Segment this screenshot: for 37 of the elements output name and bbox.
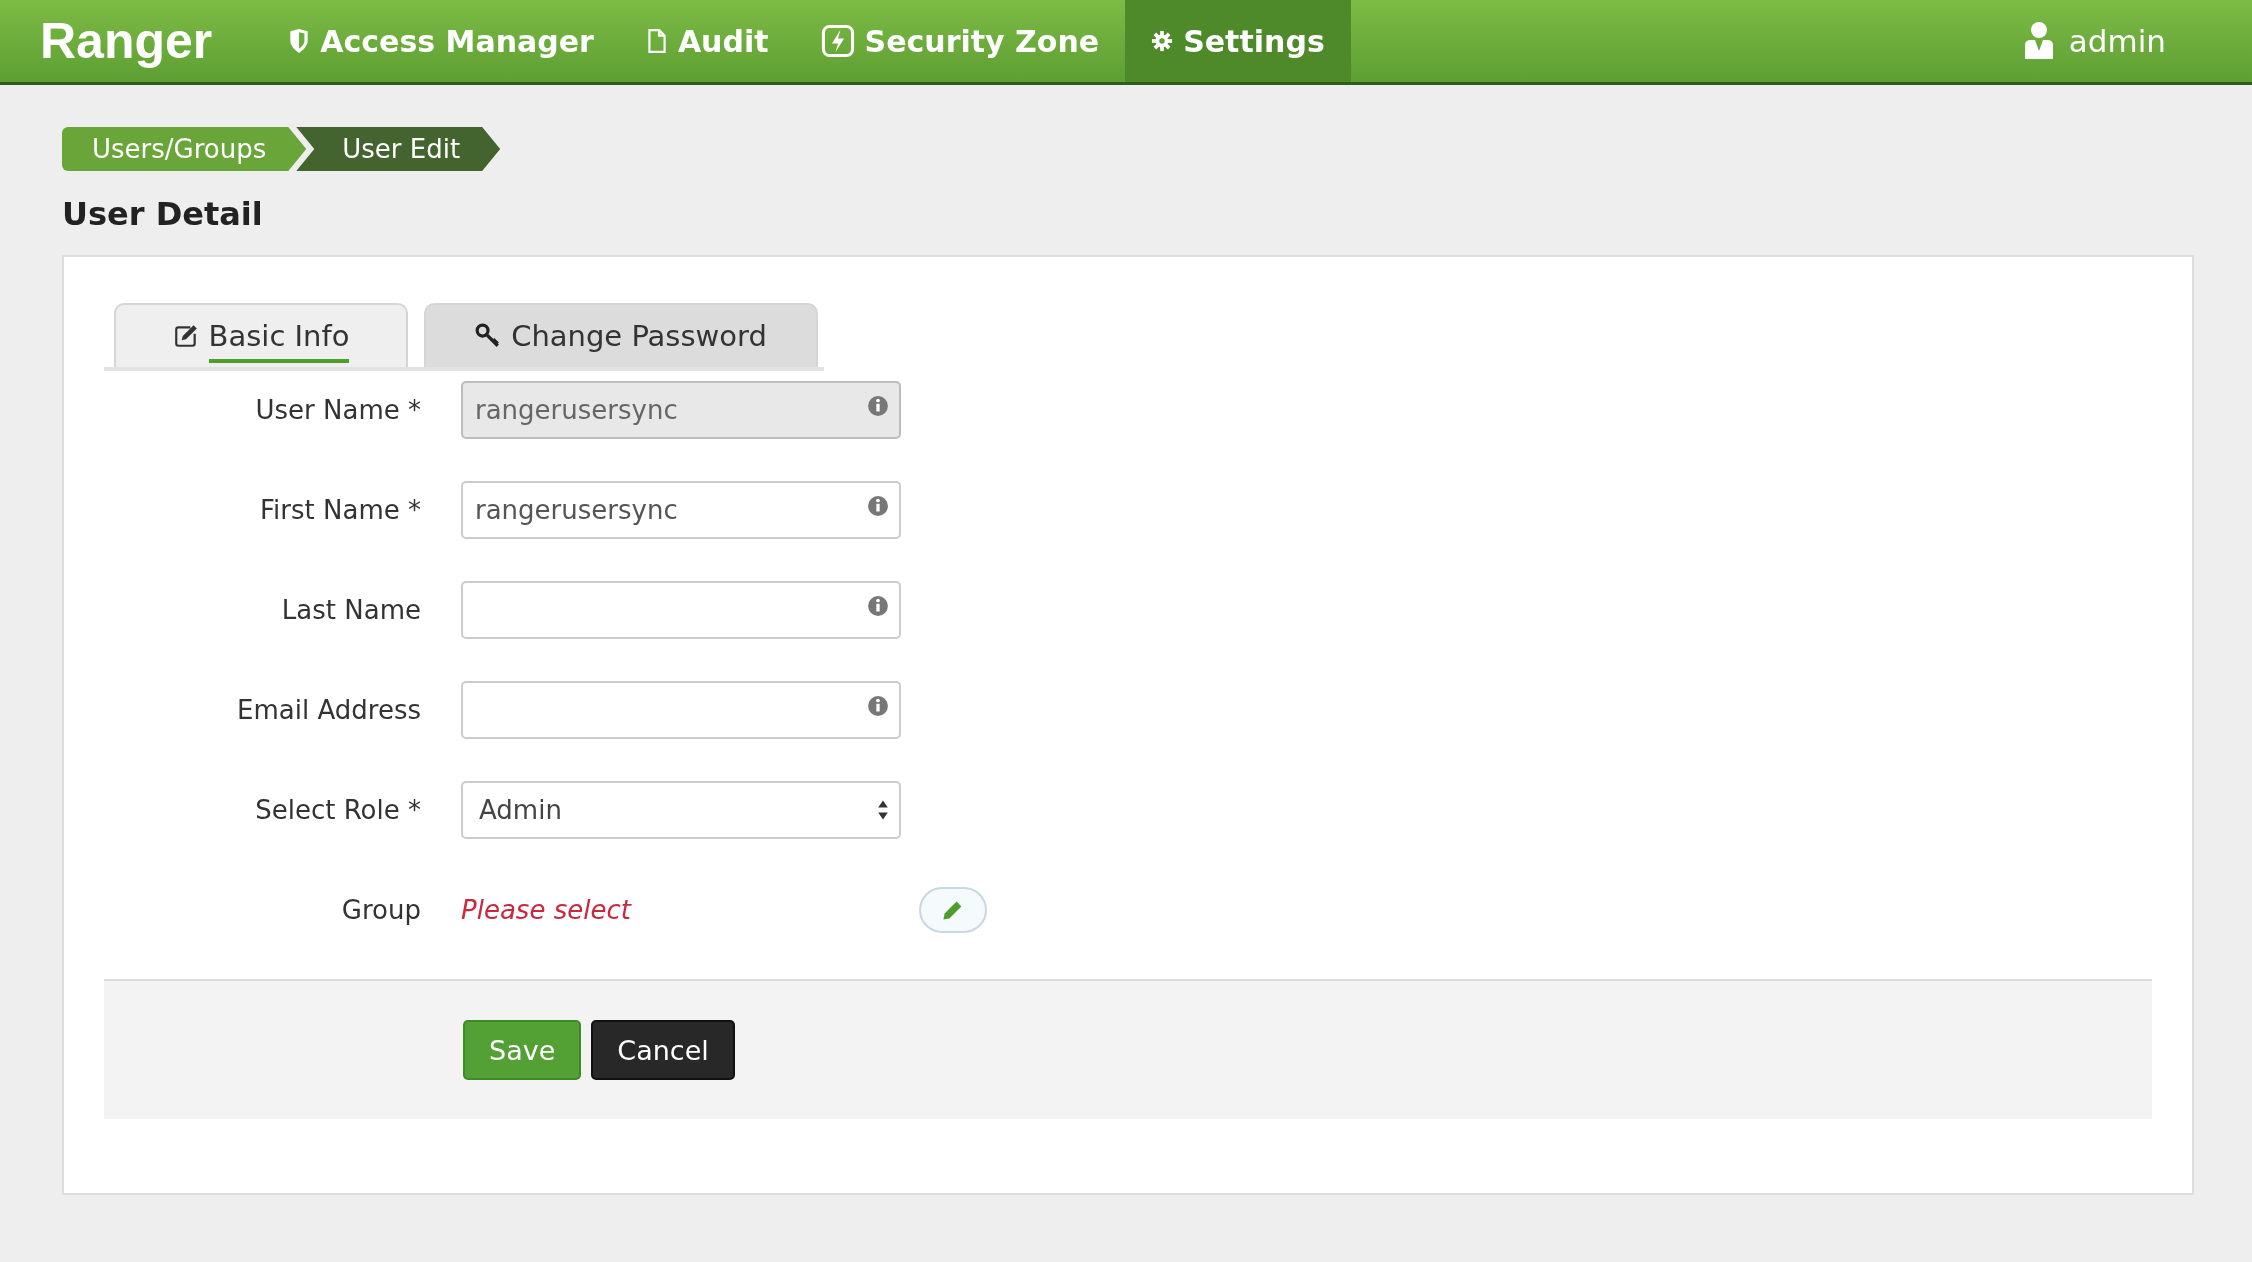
- text-field[interactable]: [461, 581, 901, 639]
- tab[interactable]: Change Password: [424, 303, 818, 367]
- action-button[interactable]: Cancel: [591, 1020, 735, 1080]
- edit-group-button[interactable]: [919, 887, 987, 933]
- nav-item[interactable]: Settings: [1125, 0, 1351, 82]
- breadcrumb-item[interactable]: User Edit: [296, 127, 501, 171]
- info-icon: [867, 595, 889, 617]
- gear-icon: [1151, 28, 1174, 54]
- field-label: First Name *: [259, 495, 421, 525]
- action-button[interactable]: Save: [463, 1020, 582, 1080]
- user-icon: [2022, 21, 2055, 61]
- brand-logo[interactable]: Ranger: [40, 0, 213, 82]
- sort-arrows-icon: [877, 799, 889, 821]
- edit-icon: [172, 323, 199, 349]
- shield-icon: [288, 28, 311, 54]
- field-label: Last Name: [280, 595, 421, 625]
- field-label: Select Role *: [254, 795, 421, 825]
- bolt-icon: [820, 24, 855, 58]
- breadcrumb-item[interactable]: Users/Groups: [62, 127, 307, 171]
- text-field[interactable]: [461, 681, 901, 739]
- tab[interactable]: Basic Info: [114, 303, 408, 367]
- user-menu[interactable]: admin: [2022, 0, 2252, 82]
- text-field[interactable]: rangerusersync: [461, 481, 901, 539]
- field-label: Email Address: [236, 695, 421, 725]
- page-title: User Detail: [62, 195, 264, 233]
- info-icon: [867, 495, 889, 517]
- info-icon: [867, 695, 889, 717]
- file-icon: [645, 28, 668, 54]
- group-placeholder[interactable]: Please select: [461, 895, 631, 925]
- nav-item[interactable]: Security Zone: [794, 0, 1126, 82]
- role-select[interactable]: Admin: [461, 781, 901, 839]
- info-icon: [867, 395, 889, 417]
- key-icon: [475, 323, 502, 349]
- field-label: Group: [340, 895, 421, 925]
- nav-item[interactable]: Access Manager: [262, 0, 620, 82]
- field-label: User Name *: [254, 395, 421, 425]
- nav-item[interactable]: Audit: [619, 0, 795, 82]
